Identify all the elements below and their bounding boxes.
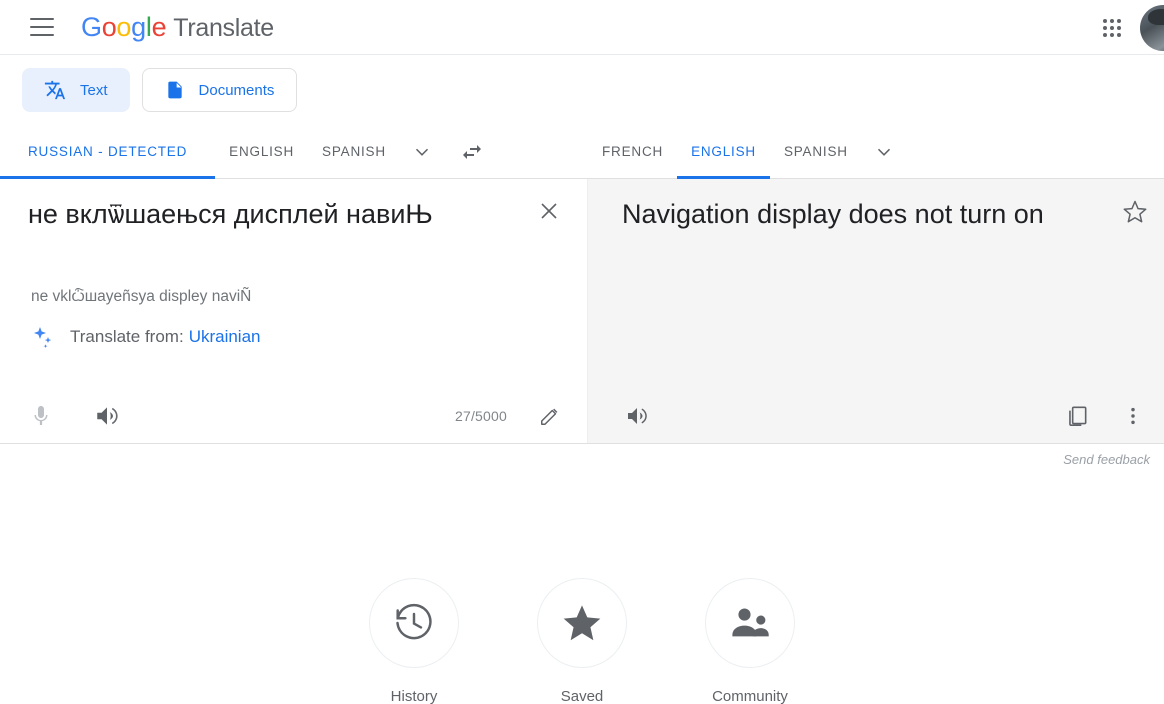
mode-tab-bar: Text Documents [0, 55, 1164, 125]
product-name: Translate [173, 13, 274, 42]
microphone-icon[interactable] [28, 401, 54, 431]
speaker-icon[interactable] [622, 401, 652, 431]
logo-letter: G [81, 11, 102, 42]
transliteration-text: ne vklѽшayeñsya displey naviÑ [31, 288, 252, 305]
close-icon[interactable] [535, 197, 563, 225]
target-lang-english[interactable]: ENGLISH [677, 125, 770, 179]
source-panel: не вклѿшаењся дисплей навиЊ ne vklѽшayeñ… [0, 179, 588, 443]
source-lang-chevron-down-icon[interactable] [400, 141, 444, 163]
source-lang-english[interactable]: ENGLISH [215, 125, 308, 178]
target-language-selector: FRENCH ENGLISH SPANISH [588, 125, 1164, 179]
shortcut-history-label: History [390, 688, 438, 704]
target-toolbar [588, 401, 1164, 431]
logo-letter: g [131, 11, 146, 42]
shortcut-saved-label: Saved [560, 688, 604, 704]
send-feedback-link[interactable]: Send feedback [1063, 452, 1150, 467]
shortcut-saved[interactable]: Saved [537, 578, 627, 704]
translate-from-label: Translate from: [70, 327, 184, 346]
more-vertical-icon[interactable] [1120, 401, 1146, 431]
language-bar: RUSSIAN - DETECTED ENGLISH SPANISH FRENC… [0, 125, 1164, 179]
logo-letter: o [101, 11, 117, 42]
translate-from-language-link[interactable]: Ukrainian [189, 327, 261, 347]
target-lang-french[interactable]: FRENCH [588, 125, 677, 178]
pencil-icon[interactable] [535, 401, 565, 431]
document-icon [165, 79, 185, 101]
source-lang-detected[interactable]: RUSSIAN - DETECTED [0, 125, 216, 179]
app-header: Google Translate [0, 0, 1164, 55]
shortcut-community[interactable]: Community [705, 578, 795, 704]
swap-languages-icon[interactable] [444, 140, 500, 164]
target-lang-chevron-down-icon[interactable] [862, 141, 906, 163]
target-lang-spanish[interactable]: SPANISH [770, 125, 862, 178]
character-count: 27/5000 [454, 408, 507, 424]
speaker-icon[interactable] [92, 401, 122, 431]
source-toolbar: 27/5000 [0, 401, 587, 431]
google-apps-grid-icon[interactable] [1092, 8, 1132, 48]
feedback-row: Send feedback [0, 444, 1164, 486]
logo-letter: e [151, 11, 167, 42]
history-clock-icon [369, 578, 459, 668]
translate-from-suggestion[interactable]: Translate from: Ukrainian [30, 325, 261, 349]
google-translate-logo[interactable]: Google Translate [81, 12, 274, 43]
tab-text-label: Text [80, 81, 108, 99]
tab-text[interactable]: Text [22, 68, 130, 112]
translate-icon [44, 79, 66, 101]
shortcut-community-label: Community [712, 688, 788, 704]
source-lang-spanish[interactable]: SPANISH [308, 125, 400, 178]
tab-documents-label: Documents [198, 81, 275, 99]
logo-letter: o [116, 11, 132, 42]
header-actions [1092, 0, 1164, 55]
source-language-selector: RUSSIAN - DETECTED ENGLISH SPANISH [0, 125, 588, 179]
user-avatar[interactable] [1140, 4, 1164, 51]
community-people-icon [705, 578, 795, 668]
star-outline-icon[interactable] [1120, 197, 1150, 227]
copy-icon[interactable] [1062, 401, 1092, 431]
translated-text: Navigation display does not turn on [622, 199, 1044, 229]
google-translate-page: Google Translate Text Documents RUSSIAN … [0, 0, 1164, 704]
source-text-input[interactable]: не вклѿшаењся дисплей навиЊ [28, 197, 513, 231]
sparkle-icon [30, 325, 54, 349]
shortcut-history[interactable]: History [369, 578, 459, 704]
hamburger-menu-icon[interactable] [30, 18, 54, 36]
bottom-shortcuts: History Saved Community [0, 578, 1164, 704]
google-wordmark: Google [81, 11, 167, 43]
tab-documents[interactable]: Documents [141, 68, 298, 112]
star-filled-icon [537, 578, 627, 668]
translation-panels: не вклѿшаењся дисплей навиЊ ne vklѽшayeñ… [0, 179, 1164, 444]
target-panel: Navigation display does not turn on [588, 179, 1164, 443]
